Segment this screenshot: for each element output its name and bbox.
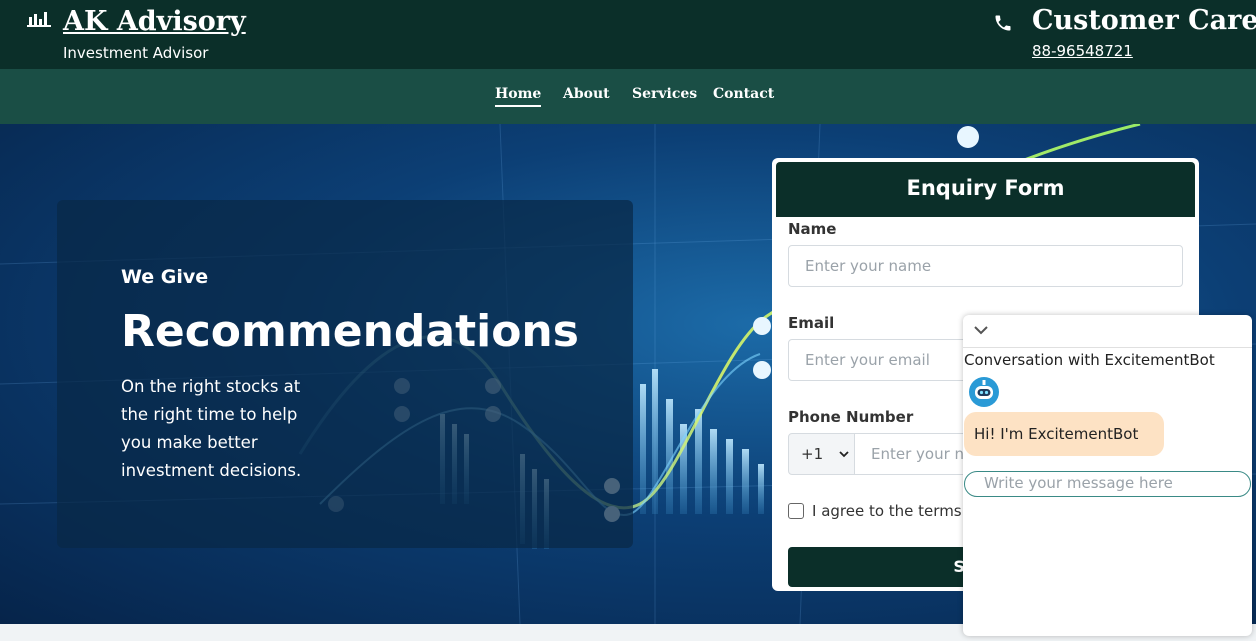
chat-message-input[interactable]: Write your message here <box>964 471 1251 497</box>
hero-description: On the right stocks at the right time to… <box>121 377 302 480</box>
hero-card: We Give Recommendations On the right sto… <box>57 200 633 548</box>
country-code-select[interactable]: +1 <box>788 433 855 475</box>
chevron-down-icon <box>839 451 849 458</box>
name-label: Name <box>788 220 837 238</box>
enquiry-form-title: Enquiry Form <box>906 176 1065 200</box>
enquiry-form-header: Enquiry Form <box>776 162 1195 217</box>
phone-label: Phone Number <box>788 408 914 426</box>
brand-subtitle: Investment Advisor <box>63 44 209 62</box>
email-label: Email <box>788 314 835 332</box>
nav-contact[interactable]: Contact <box>713 86 774 102</box>
customer-care-phone-link[interactable]: 88-96548721 <box>1032 42 1133 60</box>
robot-icon <box>969 377 999 407</box>
nav-home[interactable]: Home <box>495 86 542 107</box>
phone-icon <box>995 15 1011 31</box>
top-header: AK Advisory Investment Advisor Customer … <box>0 0 1256 69</box>
hero-title: Recommendations <box>121 306 579 357</box>
nav-about[interactable]: About <box>563 86 610 102</box>
name-input[interactable]: Enter your name <box>788 245 1183 287</box>
chat-title: Conversation with ExcitementBot <box>964 351 1215 369</box>
nav-services[interactable]: Services <box>632 86 697 102</box>
brand-title[interactable]: AK Advisory <box>63 6 246 37</box>
terms-checkbox[interactable] <box>788 503 804 519</box>
bar-chart-icon <box>27 12 51 27</box>
chat-divider <box>963 347 1252 348</box>
hero-kicker: We Give <box>121 266 209 288</box>
chevron-down-icon[interactable] <box>973 323 989 337</box>
main-nav: Home About Services Contact <box>0 69 1256 124</box>
chatbot-widget: Conversation with ExcitementBot Hi! I'm … <box>963 315 1252 636</box>
customer-care-title: Customer Care <box>1032 5 1256 36</box>
country-code-value: +1 <box>801 445 824 463</box>
bot-greeting-message: Hi! I'm ExcitementBot <box>964 412 1164 456</box>
